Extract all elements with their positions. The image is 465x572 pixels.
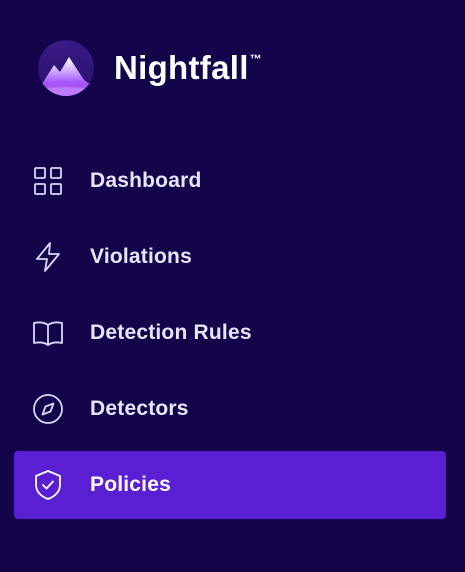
sidebar-item-policies[interactable]: Policies xyxy=(14,451,446,519)
sidebar-item-label: Violations xyxy=(90,245,192,268)
nightfall-logo-icon xyxy=(38,40,94,96)
brand-name-text: Nightfall xyxy=(114,48,249,86)
sidebar-nav: Dashboard Violations Detection Rules Det… xyxy=(14,147,446,527)
brand-name: Nightfall™ xyxy=(114,51,262,84)
sidebar-item-detectors[interactable]: Detectors xyxy=(14,375,446,443)
sidebar-item-violations[interactable]: Violations xyxy=(14,223,446,291)
sidebar-item-dashboard[interactable]: Dashboard xyxy=(14,147,446,215)
sidebar-item-label: Dashboard xyxy=(90,169,202,192)
brand[interactable]: Nightfall™ xyxy=(38,40,262,96)
sidebar-item-label: Detectors xyxy=(90,397,189,420)
shield-check-icon xyxy=(31,468,65,502)
grid-icon xyxy=(31,164,65,198)
lightning-icon xyxy=(31,240,65,274)
sidebar-item-label: Detection Rules xyxy=(90,321,252,344)
trademark-symbol: ™ xyxy=(249,51,262,66)
sidebar-item-label: Policies xyxy=(90,473,171,496)
compass-icon xyxy=(31,392,65,426)
sidebar-item-detection-rules[interactable]: Detection Rules xyxy=(14,299,446,367)
book-icon xyxy=(31,316,65,350)
